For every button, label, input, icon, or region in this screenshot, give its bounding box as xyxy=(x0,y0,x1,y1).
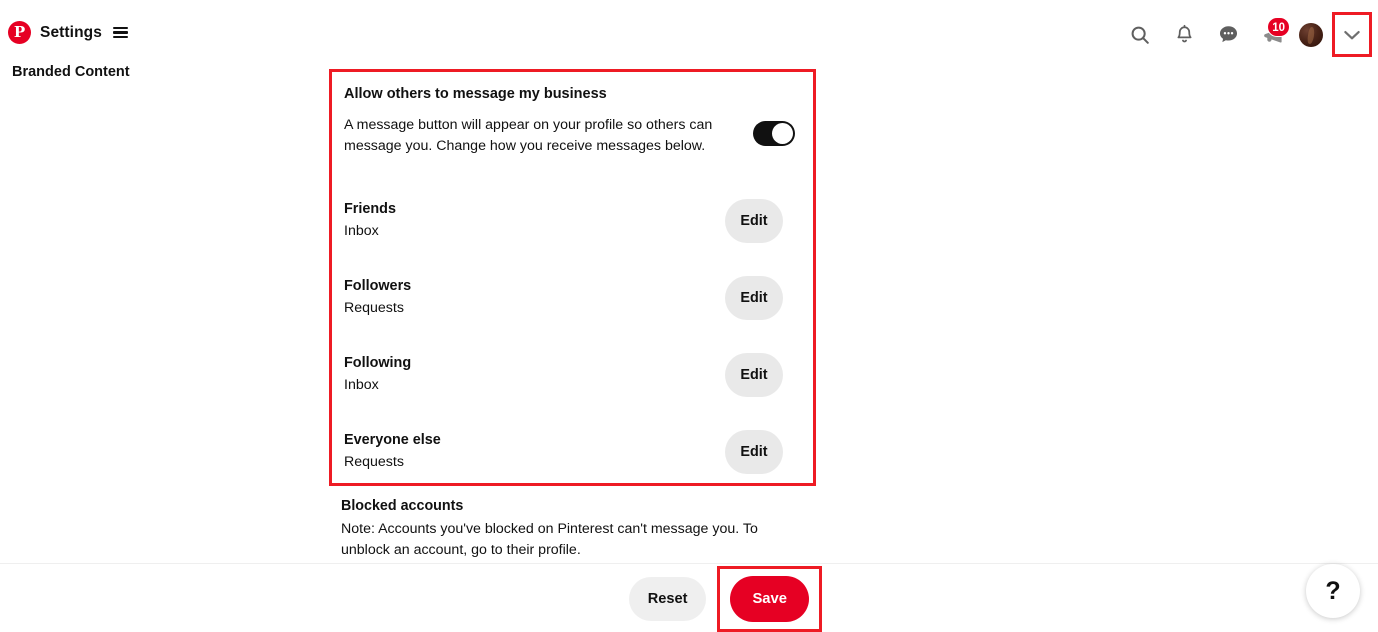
brand-area: P Settings xyxy=(8,21,128,44)
blocked-accounts-section: Blocked accounts Note: Accounts you've b… xyxy=(341,498,811,562)
account-menu-chevron-button[interactable] xyxy=(1332,12,1372,57)
section-description: A message button will appear on your pro… xyxy=(344,117,713,154)
footer-actions: Reset Save xyxy=(0,564,1100,632)
section-title: Allow others to message my business xyxy=(344,86,607,102)
pref-value: Inbox xyxy=(344,223,379,240)
app-header: P Settings 10 xyxy=(0,0,1378,60)
message-bubble-icon[interactable] xyxy=(1206,17,1250,53)
sidebar-item-branded-content[interactable]: Branded Content xyxy=(0,60,326,84)
allow-messages-row: A message button will appear on your pro… xyxy=(344,115,797,156)
notification-badge: 10 xyxy=(1267,16,1290,37)
hamburger-icon[interactable] xyxy=(112,26,128,39)
settings-sidebar: Branded Content xyxy=(0,60,326,632)
save-button-highlight-box: Save xyxy=(717,565,822,632)
edit-button-everyone-else[interactable]: Edit xyxy=(725,429,783,474)
list-item: Following Inbox Edit xyxy=(344,336,797,413)
allow-messages-toggle[interactable] xyxy=(753,121,795,146)
avatar[interactable] xyxy=(1294,17,1328,53)
reset-button[interactable]: Reset xyxy=(628,576,707,621)
list-item: Everyone else Requests Edit xyxy=(344,413,797,490)
help-button[interactable]: ? xyxy=(1306,564,1360,618)
header-actions: 10 xyxy=(1118,12,1372,57)
edit-button-friends[interactable]: Edit xyxy=(725,198,783,243)
page-title: Settings xyxy=(40,23,102,41)
pref-label: Following xyxy=(344,355,412,372)
footer-bar: Reset Save ? xyxy=(0,563,1378,632)
toggle-knob xyxy=(772,123,793,144)
edit-button-following[interactable]: Edit xyxy=(725,352,783,397)
pref-label: Followers xyxy=(344,278,412,295)
blocked-accounts-note: Note: Accounts you've blocked on Pintere… xyxy=(341,521,758,559)
edit-button-followers[interactable]: Edit xyxy=(725,275,783,320)
messaging-settings-highlight-box: Allow others to message my business A me… xyxy=(329,69,816,486)
pref-value: Requests xyxy=(344,300,404,317)
bell-icon[interactable] xyxy=(1162,17,1206,53)
message-preferences-list: Friends Inbox Edit Followers Requests Ed… xyxy=(344,182,797,490)
blocked-accounts-title: Blocked accounts xyxy=(341,498,464,514)
pref-value: Requests xyxy=(344,454,404,471)
search-icon[interactable] xyxy=(1118,17,1162,53)
settings-page: P Settings 10 Branded Content Allow othe… xyxy=(0,0,1378,632)
megaphone-icon[interactable]: 10 xyxy=(1250,16,1294,53)
list-item: Friends Inbox Edit xyxy=(344,182,797,259)
pref-label: Friends xyxy=(344,201,396,218)
pref-value: Inbox xyxy=(344,377,379,394)
save-button[interactable]: Save xyxy=(730,575,809,622)
list-item: Followers Requests Edit xyxy=(344,259,797,336)
pref-label: Everyone else xyxy=(344,432,441,449)
pinterest-logo-icon[interactable]: P xyxy=(8,21,31,44)
